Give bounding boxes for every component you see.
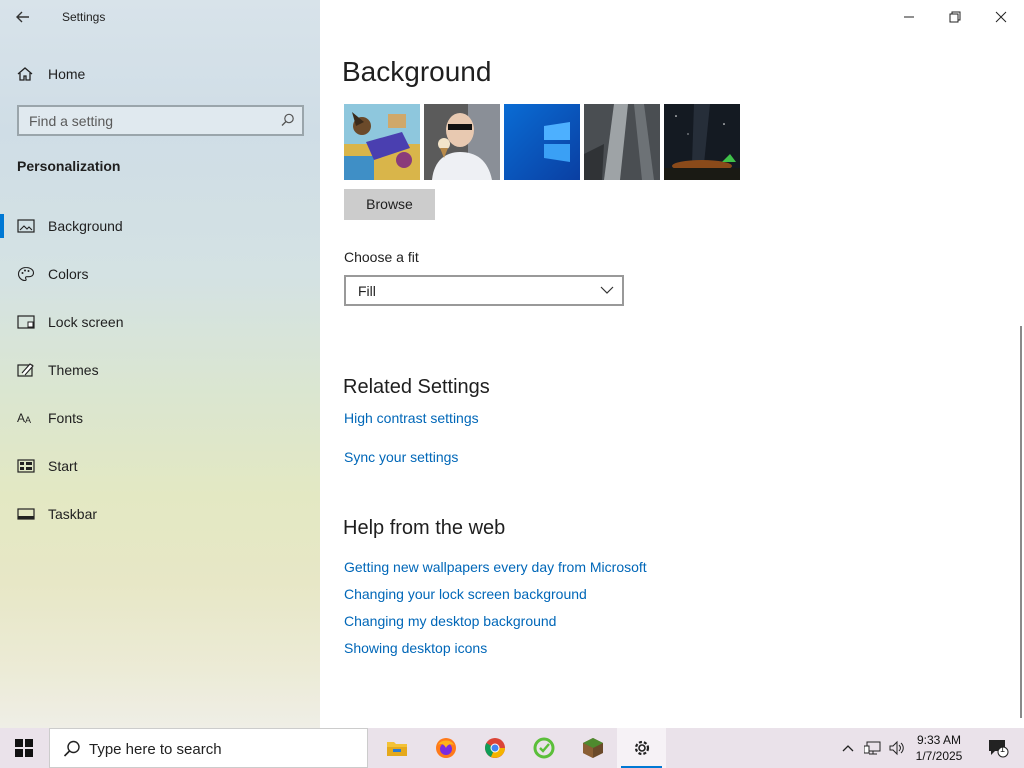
picture-icon [17, 219, 35, 233]
choose-fit-dropdown[interactable]: Fill [344, 275, 624, 306]
minecraft-icon [582, 738, 603, 758]
nav-home[interactable]: Home [16, 62, 85, 86]
notification-badge: 1 [1000, 744, 1006, 754]
start-button[interactable] [0, 728, 48, 768]
svg-text:A: A [17, 411, 25, 425]
back-arrow-icon [16, 11, 29, 23]
taskbar-app-firefox[interactable] [421, 728, 470, 768]
find-setting-search[interactable]: Find a setting [17, 105, 304, 136]
sidebar-item-label: Themes [48, 362, 99, 378]
wallpaper-thumb-night-sky[interactable] [664, 104, 740, 180]
tray-show-hidden[interactable] [838, 728, 858, 768]
restore-icon [949, 11, 961, 23]
link-high-contrast[interactable]: High contrast settings [344, 410, 479, 426]
page-title: Background [342, 56, 492, 87]
themes-icon [17, 363, 34, 377]
sidebar-item-label: Fonts [48, 410, 84, 426]
sidebar-item-background[interactable]: Background [0, 210, 320, 258]
tray-network[interactable] [862, 728, 884, 768]
link-sync-settings[interactable]: Sync your settings [344, 449, 458, 465]
file-explorer-icon [386, 742, 407, 756]
window-controls [886, 0, 1024, 34]
scrollbar[interactable] [1020, 326, 1022, 718]
taskbar-search-placeholder: Type here to search [89, 741, 222, 758]
svg-text:A: A [25, 415, 31, 425]
search-placeholder: Find a setting [29, 113, 114, 129]
link-new-wallpapers[interactable]: Getting new wallpapers every day from Mi… [344, 559, 647, 575]
app-title: Settings [62, 10, 106, 24]
taskbar-app-minecraft[interactable] [568, 728, 617, 768]
fonts-icon: AA [17, 411, 31, 425]
help-web-heading: Help from the web [343, 517, 506, 539]
search-icon [63, 740, 80, 757]
sidebar-item-taskbar[interactable]: Taskbar [0, 498, 320, 546]
link-desktop-icons[interactable]: Showing desktop icons [344, 640, 487, 656]
sidebar-item-themes[interactable]: Themes [0, 354, 320, 402]
green-app-icon [533, 737, 554, 759]
home-icon [17, 67, 33, 81]
firefox-icon [435, 738, 456, 758]
link-lock-screen-background[interactable]: Changing your lock screen background [344, 586, 587, 602]
clock-time: 9:33 AM [916, 733, 962, 747]
settings-sidebar: Settings Home Find a setting Personaliza… [0, 0, 320, 728]
title-bar-left: Settings [0, 0, 320, 34]
taskbar-icon [17, 508, 35, 520]
sidebar-item-label: Start [48, 458, 78, 474]
related-settings-heading: Related Settings [343, 376, 490, 398]
minimize-button[interactable] [886, 0, 932, 34]
wallpaper-thumb-rock[interactable] [584, 104, 660, 180]
windows-logo-icon [15, 739, 33, 757]
lock-screen-icon [17, 315, 35, 329]
sidebar-item-lock-screen[interactable]: Lock screen [0, 306, 320, 354]
taskbar-app-green-circle[interactable] [519, 728, 568, 768]
sidebar-item-label: Lock screen [48, 314, 124, 330]
search-icon [281, 113, 294, 126]
wallpaper-thumb-windows-blue[interactable] [504, 104, 580, 180]
back-button[interactable] [12, 6, 36, 28]
sidebar-item-fonts[interactable]: AA Fonts [0, 402, 320, 450]
palette-icon [17, 266, 35, 282]
taskbar-app-chrome[interactable] [470, 728, 519, 768]
chevron-up-icon [842, 745, 854, 752]
chevron-down-icon [600, 286, 614, 294]
close-icon [995, 11, 1007, 23]
wallpaper-thumb-cartoon[interactable] [344, 104, 420, 180]
taskbar-search[interactable]: Type here to search [49, 728, 368, 768]
sidebar-item-label: Background [48, 218, 123, 234]
content-pane: Background Browse Choose a fit Fill Rela… [320, 0, 1024, 728]
browse-button[interactable]: Browse [344, 189, 435, 220]
fit-selected-value: Fill [358, 283, 376, 299]
start-icon [17, 459, 35, 473]
sidebar-item-label: Colors [48, 266, 89, 282]
section-title: Personalization [17, 158, 121, 174]
restore-button[interactable] [932, 0, 978, 34]
link-desktop-background[interactable]: Changing my desktop background [344, 613, 556, 629]
sidebar-item-colors[interactable]: Colors [0, 258, 320, 306]
choose-fit-label: Choose a fit [344, 249, 419, 265]
nav-home-label: Home [48, 66, 86, 82]
clock-date: 1/7/2025 [915, 749, 963, 763]
close-button[interactable] [978, 0, 1024, 34]
gear-icon [634, 740, 649, 756]
chrome-icon [484, 738, 505, 758]
wallpaper-thumb-person[interactable] [424, 104, 500, 180]
pinned-apps [372, 728, 666, 768]
sidebar-item-start[interactable]: Start [0, 450, 320, 498]
sidebar-item-label: Taskbar [48, 506, 98, 522]
personalization-nav: Background Colors Lock screen Themes AA … [0, 210, 320, 546]
recent-images [344, 104, 740, 180]
clock[interactable]: 9:33 AM 1/7/2025 [892, 732, 986, 764]
taskbar-app-file-explorer[interactable] [372, 728, 421, 768]
taskbar-app-settings[interactable] [617, 728, 666, 768]
minimize-icon [904, 16, 914, 18]
notification-icon [989, 740, 1009, 758]
taskbar: Type here to search 1 9:33 AM 1/7/2025 [0, 728, 1024, 768]
network-icon [864, 741, 881, 755]
